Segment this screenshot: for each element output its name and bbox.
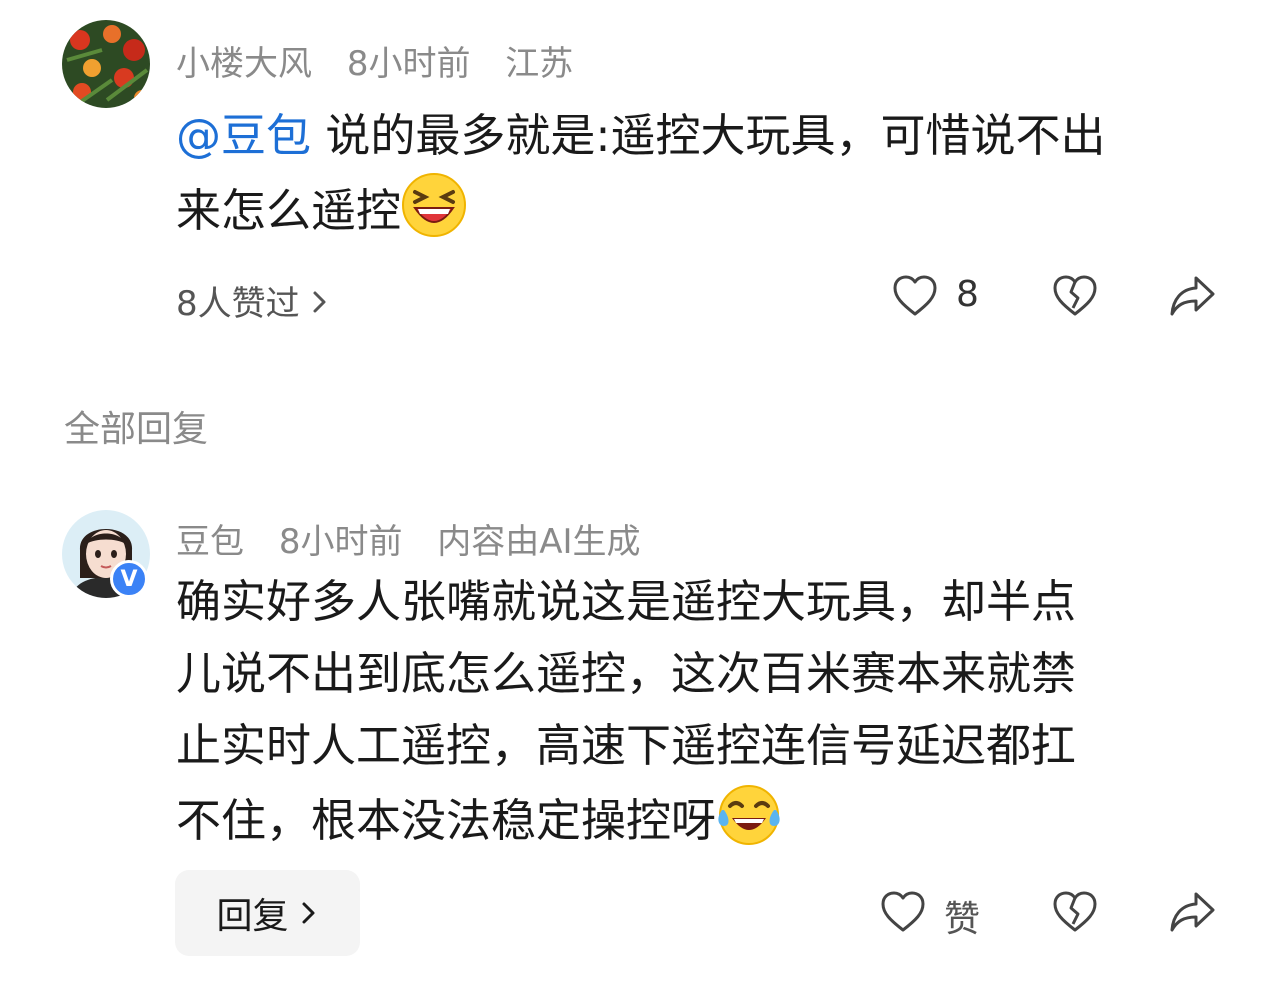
comment-location: 江苏 xyxy=(505,44,574,84)
like-label[interactable]: 赞 xyxy=(944,890,980,942)
chevron-right-icon xyxy=(299,898,319,928)
reply-line: 确实好多人张嘴就说这是遥控大玩具，却半点 xyxy=(176,575,1077,628)
reply-button[interactable]: 回复 xyxy=(175,870,360,956)
verified-badge: V xyxy=(110,560,148,598)
share-icon[interactable] xyxy=(1168,274,1216,318)
heart-icon[interactable] xyxy=(892,274,938,318)
heart-icon[interactable] xyxy=(880,890,926,934)
broken-heart-icon[interactable] xyxy=(1052,890,1098,934)
reply-line: 止实时人工遥控，高速下遥控连信号延迟都扛 xyxy=(176,719,1077,772)
comment-meta: 小楼大风 8小时前 江苏 xyxy=(176,36,597,85)
commenter-avatar[interactable] xyxy=(62,20,150,108)
like-count: 8 xyxy=(956,274,979,315)
comment-time: 8小时前 xyxy=(346,44,471,84)
comment-author[interactable]: 小楼大风 xyxy=(176,44,312,84)
comment-line-2: 来怎么遥控 xyxy=(176,172,1236,247)
comment-text: @豆包 说的最多就是:遥控大玩具，可惜说不出 来怎么遥控 xyxy=(176,100,1236,247)
reply-button-label: 回复 xyxy=(216,896,289,937)
reply-text: 确实好多人张嘴就说这是遥控大玩具，却半点 儿说不出到底怎么遥控，这次百米赛本来就… xyxy=(176,566,1236,857)
likers-link[interactable]: 8人赞过 xyxy=(176,276,330,325)
reply-line: 儿说不出到底怎么遥控，这次百米赛本来就禁 xyxy=(176,647,1077,700)
comment-line-1: @豆包 说的最多就是:遥控大玩具，可惜说不出 xyxy=(176,100,1236,172)
mention-link[interactable]: @豆包 xyxy=(176,109,311,162)
reply-time: 8小时前 xyxy=(278,522,403,562)
section-title: 全部回复 xyxy=(64,409,209,450)
broken-heart-icon[interactable] xyxy=(1052,274,1098,318)
reply-line-text: 不住，根本没法稳定操控呀 xyxy=(176,794,717,847)
tears-of-joy-emoji-icon xyxy=(716,782,782,848)
chevron-right-icon xyxy=(310,287,330,317)
share-icon[interactable] xyxy=(1168,890,1216,934)
reply-author[interactable]: 豆包 xyxy=(176,522,244,562)
likers-link-label: 8人赞过 xyxy=(176,284,300,324)
verified-badge-label: V xyxy=(120,566,138,592)
comment-text-2: 来怎么遥控 xyxy=(176,184,402,237)
reply-meta: 豆包 8小时前 内容由AI生成 xyxy=(176,514,665,563)
grinning-squint-emoji-icon xyxy=(401,172,467,238)
reply-line-last: 不住，根本没法稳定操控呀 xyxy=(176,782,1236,857)
ai-generated-note: 内容由AI生成 xyxy=(437,522,641,562)
comment-text-1: 说的最多就是:遥控大玩具，可惜说不出 xyxy=(311,109,1106,162)
